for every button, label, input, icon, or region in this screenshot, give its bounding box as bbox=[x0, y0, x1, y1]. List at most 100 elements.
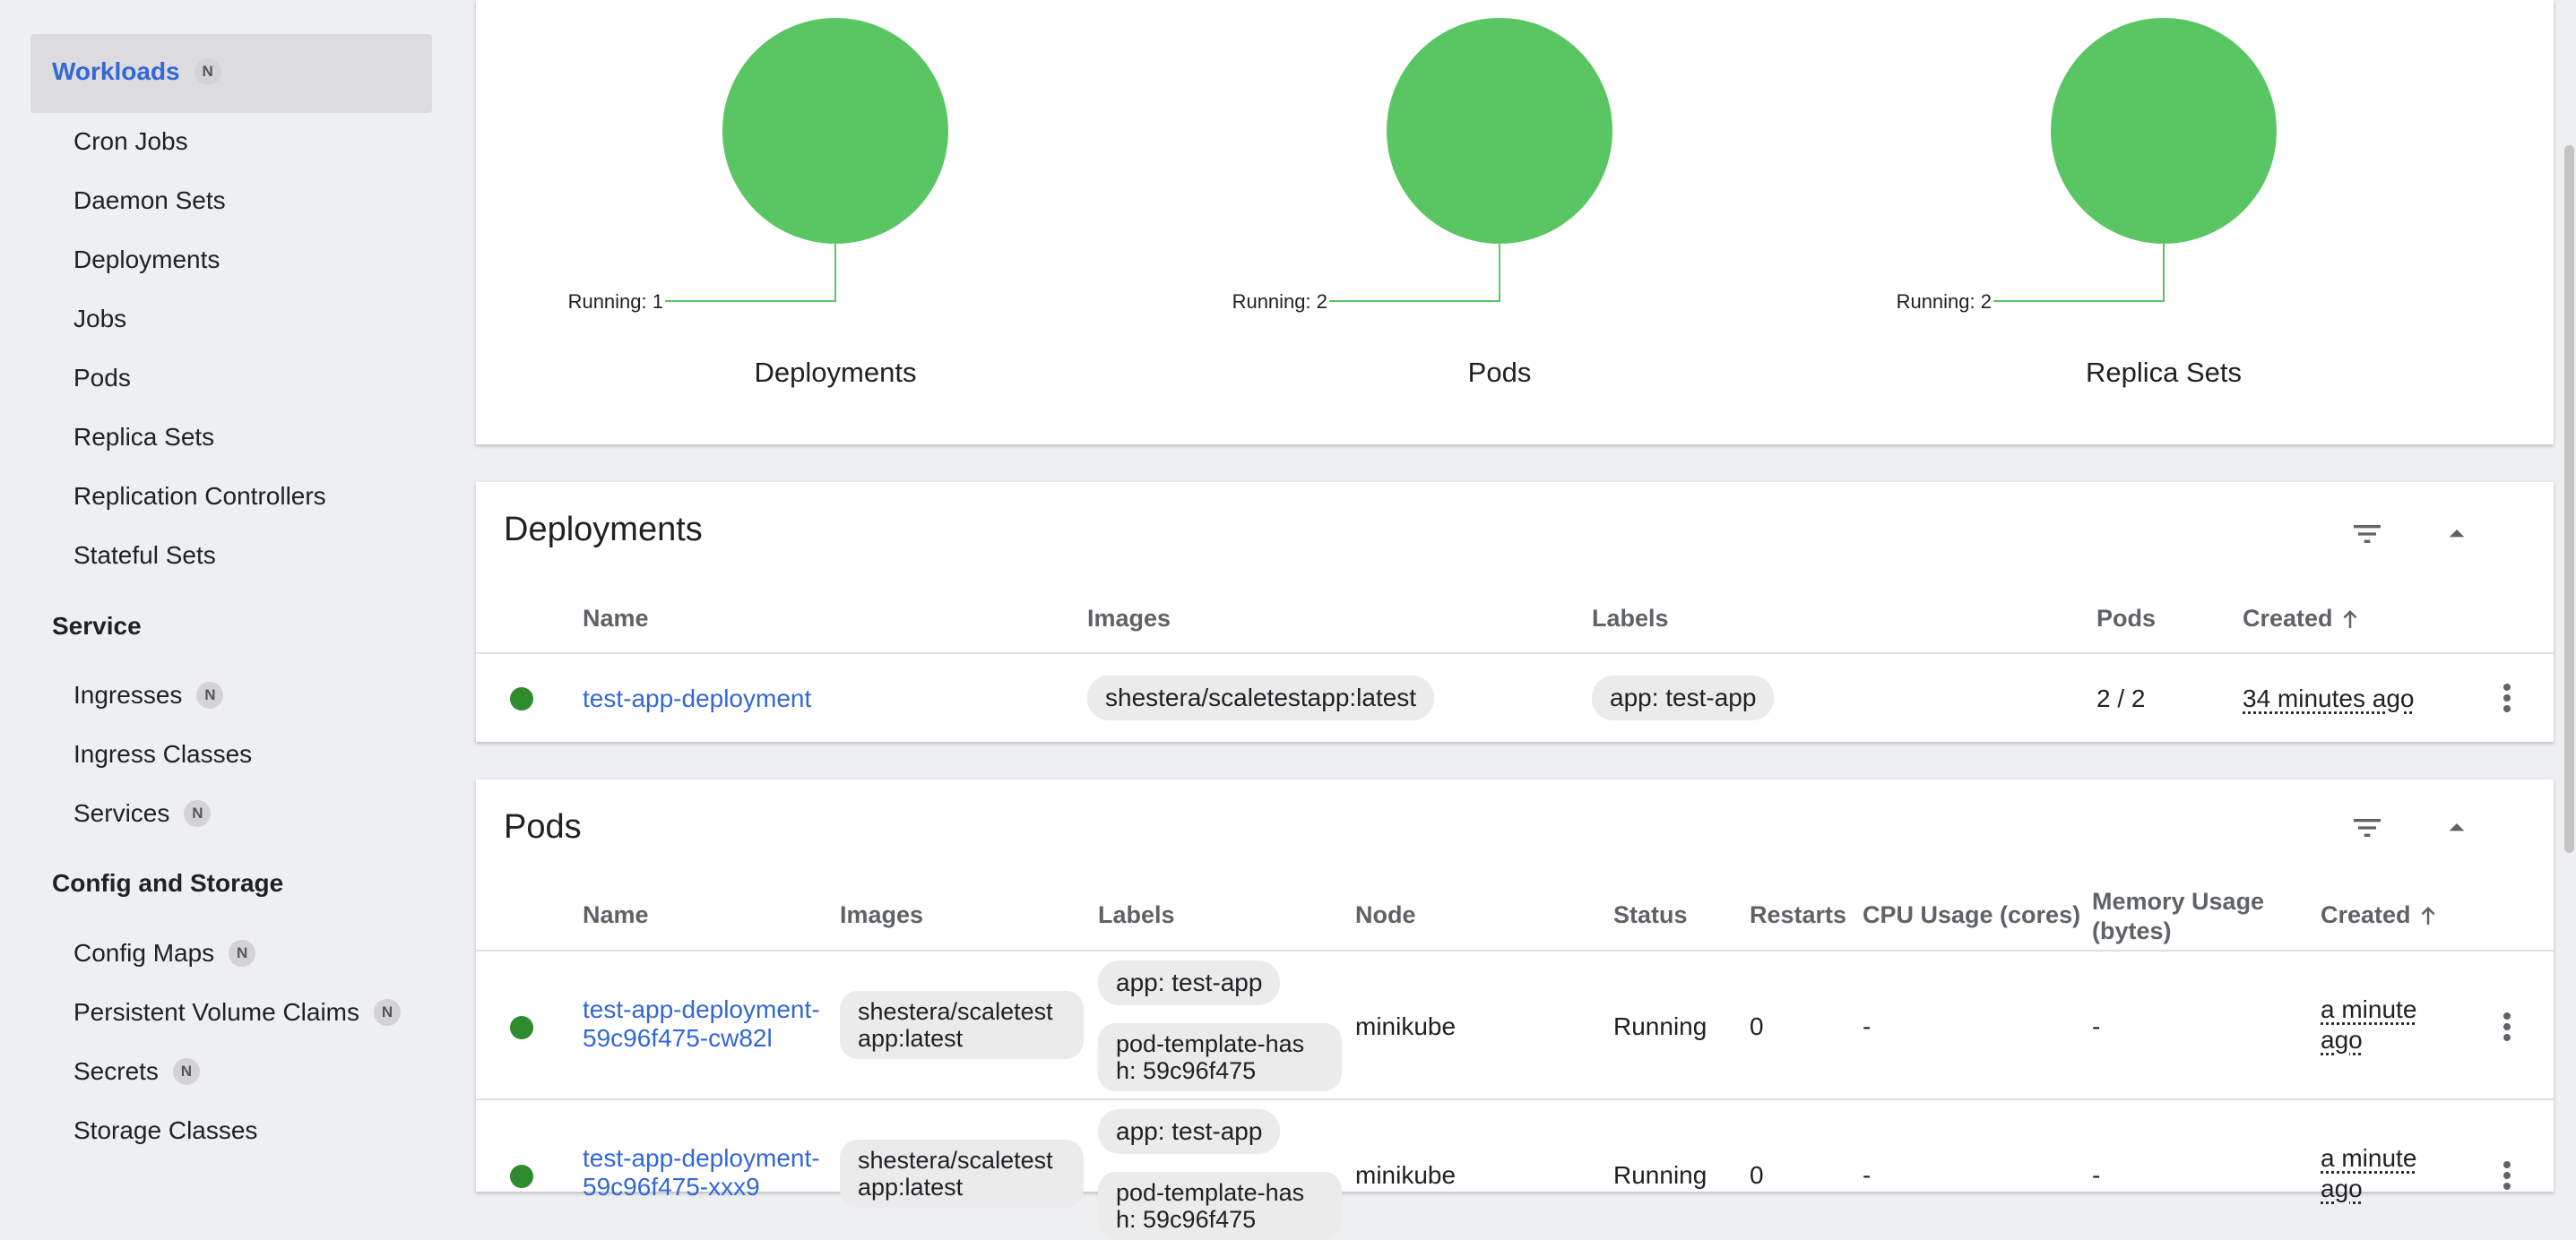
sidebar-item-label: Stateful Sets bbox=[73, 541, 216, 570]
sidebar-item-cron-jobs[interactable]: Cron Jobs bbox=[73, 127, 188, 156]
sidebar-item-ingress-classes[interactable]: Ingress Classes bbox=[73, 740, 252, 769]
sidebar-item-label: Replication Controllers bbox=[73, 482, 326, 511]
sidebar-item-label: Deployments bbox=[73, 245, 220, 274]
pod-name-link[interactable]: test-app-deployment-59c96f475-xxx9 bbox=[583, 1144, 825, 1201]
sidebar-item-label: Jobs bbox=[73, 305, 126, 333]
table-divider bbox=[476, 652, 2554, 654]
pod-name-link[interactable]: test-app-deployment-59c96f475-cw82l bbox=[583, 995, 825, 1053]
sidebar-item-pods[interactable]: Pods bbox=[73, 364, 131, 392]
cpu-usage: - bbox=[1863, 1012, 1871, 1041]
chart-title: Deployments bbox=[755, 357, 917, 388]
namespace-badge: N bbox=[173, 1058, 200, 1085]
table-divider bbox=[476, 1098, 2554, 1100]
created-time: a minute ago bbox=[2321, 1143, 2437, 1204]
more-vert-icon[interactable] bbox=[2489, 675, 2525, 721]
column-header-labels: Labels bbox=[1098, 901, 1175, 929]
column-header-images: Images bbox=[1087, 605, 1171, 633]
sidebar-item-label: Secrets bbox=[73, 1057, 159, 1086]
chart-slice-running[interactable] bbox=[1387, 18, 1612, 244]
namespace-badge: N bbox=[196, 682, 223, 709]
more-vert-icon[interactable] bbox=[2489, 1003, 2525, 1050]
sidebar-item-label: Replica Sets bbox=[73, 423, 214, 452]
node-name: minikube bbox=[1355, 1012, 1456, 1041]
chart-slice-running[interactable] bbox=[2051, 18, 2277, 244]
column-header-label: Created bbox=[2243, 605, 2333, 633]
chart-title: Pods bbox=[1468, 357, 1532, 388]
column-header-restarts: Restarts bbox=[1750, 901, 1846, 929]
pods-count: 2 / 2 bbox=[2096, 685, 2145, 713]
filter-icon[interactable] bbox=[2344, 511, 2390, 557]
more-vert-icon[interactable] bbox=[2489, 1152, 2525, 1199]
pod-status: Running bbox=[1613, 1012, 1707, 1041]
node-name: minikube bbox=[1355, 1161, 1456, 1190]
column-header-memory: Memory Usage (bytes) bbox=[2092, 887, 2298, 946]
label-chip: app: test-app bbox=[1098, 960, 1280, 1005]
image-chip: shestera/scaletestapp:latest bbox=[840, 1140, 1084, 1208]
label-chip: app: test-app bbox=[1098, 1109, 1280, 1154]
sidebar-item-jobs[interactable]: Jobs bbox=[73, 305, 126, 333]
image-chip: shestera/scaletestapp:latest bbox=[1087, 676, 1434, 720]
namespace-badge: N bbox=[184, 800, 211, 827]
deployment-name-link[interactable]: test-app-deployment bbox=[583, 685, 811, 713]
column-header-name[interactable]: Name bbox=[583, 901, 649, 929]
restart-count: 0 bbox=[1750, 1012, 1764, 1041]
chart-label-leader-line bbox=[1993, 244, 2164, 301]
column-header-label: Created bbox=[2321, 901, 2411, 929]
label-chip: pod-template-hash: 59c96f475 bbox=[1098, 1023, 1342, 1091]
created-time: a minute ago bbox=[2321, 995, 2437, 1055]
workload-status-card: Running: 1 Deployments Running: 2 Pods Runni… bbox=[476, 0, 2554, 444]
sidebar-item-label: Storage Classes bbox=[73, 1116, 257, 1145]
namespace-badge: N bbox=[374, 999, 401, 1026]
sidebar-item-daemon-sets[interactable]: Daemon Sets bbox=[73, 186, 226, 215]
label-chip: pod-template-hash: 59c96f475 bbox=[1098, 1172, 1342, 1240]
sidebar-item-label: Workloads bbox=[52, 57, 180, 86]
memory-usage: - bbox=[2092, 1012, 2100, 1041]
deployments-card: Deployments Name Images Labels Pods Crea… bbox=[476, 482, 2554, 742]
sidebar-item-replica-sets[interactable]: Replica Sets bbox=[73, 423, 214, 452]
arrow-up-icon bbox=[2337, 606, 2364, 633]
filter-icon[interactable] bbox=[2344, 805, 2390, 851]
column-header-created[interactable]: Created bbox=[2243, 605, 2364, 633]
cpu-usage: - bbox=[1863, 1161, 1871, 1190]
sidebar-item-label: Ingress Classes bbox=[73, 740, 252, 769]
sidebar-item-workloads[interactable]: Workloads N bbox=[52, 57, 221, 86]
pods-card: Pods Name Images Labels Node Status Rest… bbox=[476, 779, 2554, 1192]
chart-label-leader-line bbox=[665, 244, 835, 301]
image-chip: shestera/scaletestapp:latest bbox=[840, 991, 1084, 1059]
created-time: 34 minutes ago bbox=[2243, 685, 2414, 713]
sidebar-item-label: Services bbox=[73, 799, 169, 828]
sidebar-group-config-and-storage: Config and Storage bbox=[52, 869, 283, 898]
column-header-node: Node bbox=[1355, 901, 1416, 929]
chart-label-leader-line bbox=[1329, 244, 1500, 301]
sidebar-item-persistent-volume-claims[interactable]: Persistent Volume Claims N bbox=[73, 998, 401, 1027]
sidebar-item-label: Pods bbox=[73, 364, 131, 392]
sidebar-item-services[interactable]: Services N bbox=[73, 799, 211, 828]
memory-usage: - bbox=[2092, 1161, 2100, 1190]
scrollbar-thumb[interactable] bbox=[2564, 145, 2574, 853]
column-header-status: Status bbox=[1613, 901, 1688, 929]
running-status-icon bbox=[510, 1016, 533, 1039]
sidebar-item-secrets[interactable]: Secrets N bbox=[73, 1057, 200, 1086]
sidebar-item-storage-classes[interactable]: Storage Classes bbox=[73, 1116, 257, 1145]
sidebar-item-deployments[interactable]: Deployments bbox=[73, 245, 220, 274]
sidebar-item-ingresses[interactable]: Ingresses N bbox=[73, 681, 223, 710]
sidebar-item-label: Cron Jobs bbox=[73, 127, 188, 156]
namespace-badge: N bbox=[229, 940, 255, 967]
chart-running-label: Running: 2 bbox=[1897, 290, 1992, 313]
column-header-pods: Pods bbox=[2096, 605, 2156, 633]
pod-status: Running bbox=[1613, 1161, 1707, 1190]
chart-title: Replica Sets bbox=[2086, 357, 2242, 388]
column-header-name[interactable]: Name bbox=[583, 605, 649, 633]
sidebar-item-label: Daemon Sets bbox=[73, 186, 226, 215]
sidebar-item-config-maps[interactable]: Config Maps N bbox=[73, 939, 255, 968]
label-chip: app: test-app bbox=[1592, 676, 1774, 720]
sidebar-item-replication-controllers[interactable]: Replication Controllers bbox=[73, 482, 326, 511]
sidebar-item-stateful-sets[interactable]: Stateful Sets bbox=[73, 541, 216, 570]
chevron-up-icon[interactable] bbox=[2433, 805, 2480, 851]
running-status-icon bbox=[510, 687, 533, 710]
chevron-up-icon[interactable] bbox=[2433, 511, 2480, 557]
workload-status-charts: Running: 1 Deployments Running: 2 Pods Runni… bbox=[476, 0, 2554, 444]
chart-slice-running[interactable] bbox=[722, 18, 948, 244]
column-header-created[interactable]: Created bbox=[2321, 901, 2442, 929]
running-status-icon bbox=[510, 1165, 533, 1188]
